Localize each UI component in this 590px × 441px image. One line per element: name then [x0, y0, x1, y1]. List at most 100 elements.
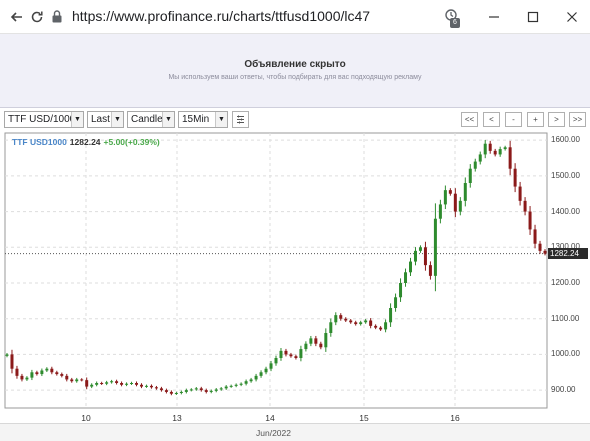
candle-body — [224, 386, 228, 389]
address-bar-url[interactable]: https://www.profinance.ru/charts/ttfusd1… — [72, 8, 370, 24]
candle-body — [329, 322, 333, 333]
lock-icon[interactable] — [50, 9, 64, 24]
candle-body — [443, 190, 447, 205]
time-scrollbar[interactable]: Jun/2022 — [0, 423, 590, 441]
candle-body — [189, 389, 193, 391]
candle-body — [538, 243, 542, 251]
candle-body — [229, 385, 233, 387]
nav-prev-button[interactable]: < — [483, 112, 500, 127]
candle-body — [374, 325, 378, 328]
settings-button[interactable] — [232, 111, 249, 128]
legend-symbol: TTF USD1000 — [12, 137, 67, 147]
candle-body — [309, 338, 313, 344]
candle-body — [413, 250, 417, 262]
legend-price: 1282.24 — [69, 137, 101, 147]
candle-body — [334, 315, 338, 323]
candle-body — [498, 149, 502, 155]
candle-body — [513, 168, 517, 187]
candle-body — [120, 383, 124, 385]
candle-body — [154, 387, 158, 389]
candle-body — [394, 297, 398, 308]
candle-body — [344, 318, 348, 321]
dropdown-arrow-icon: ▼ — [215, 112, 227, 127]
candle-body — [20, 375, 24, 380]
price-chart[interactable]: TTF USD1000 1282.24 +5.00(+0.39%) 1600.00 1… — [0, 132, 590, 441]
candle-body — [164, 390, 168, 392]
close-icon[interactable] — [566, 11, 578, 23]
x-tick-label: 14 — [265, 413, 275, 423]
y-tick-label: 1400.00 — [551, 206, 580, 216]
candle-body — [144, 385, 148, 387]
nav-next-button[interactable]: > — [548, 112, 565, 127]
candle-body — [314, 338, 318, 344]
candle-body — [354, 322, 358, 325]
candle-body — [239, 383, 243, 385]
candle-body — [95, 383, 99, 385]
candle-body — [209, 390, 213, 392]
price-type-select[interactable]: Last ▼ — [87, 111, 124, 128]
chart-type-select[interactable]: Candle ▼ — [127, 111, 175, 128]
candle-body — [65, 375, 69, 380]
candle-body — [379, 327, 383, 330]
candle-body — [369, 320, 373, 326]
candle-body — [304, 343, 308, 350]
candle-body — [508, 147, 512, 169]
candle-body — [543, 250, 547, 254]
candle-body — [115, 381, 119, 383]
plot-area — [4, 132, 548, 409]
nav-first-button[interactable]: << — [461, 112, 478, 127]
x-tick-label: 10 — [81, 413, 91, 423]
y-tick-label: 1000.00 — [551, 349, 580, 359]
nav-last-button[interactable]: >> — [569, 112, 586, 127]
candle-body — [518, 186, 522, 201]
back-arrow-icon[interactable] — [10, 10, 24, 24]
candle-body — [125, 383, 129, 385]
interval-select[interactable]: 15Min ▼ — [178, 111, 228, 128]
period-label: Jun/2022 — [256, 428, 291, 438]
candle-body — [264, 368, 268, 373]
candle-body — [274, 358, 278, 364]
candle-body — [488, 143, 492, 151]
candle-body — [254, 375, 258, 380]
candle-body — [284, 350, 288, 355]
browser-titlebar: https://www.profinance.ru/charts/ttfusd1… — [0, 0, 590, 34]
symbol-select[interactable]: TTF USD/1000 ▼ — [4, 111, 84, 128]
candle-body — [184, 390, 188, 392]
candle-body — [423, 247, 427, 266]
minimize-icon[interactable] — [488, 11, 500, 23]
ad-subtitle: Мы используем ваши ответы, чтобы подбира… — [168, 74, 422, 81]
zoom-out-button[interactable]: - — [505, 112, 522, 127]
candle-body — [130, 383, 134, 384]
candle-body — [483, 143, 487, 155]
y-tick-label: 1100.00 — [551, 313, 580, 323]
candle-body — [174, 393, 178, 394]
candle-body — [105, 382, 109, 384]
candle-body — [364, 320, 368, 323]
candle-body — [80, 379, 84, 381]
candle-body — [194, 388, 198, 390]
candle-body — [75, 379, 79, 382]
candle-body — [100, 383, 104, 384]
candle-body — [169, 391, 173, 394]
candle-body — [324, 333, 328, 348]
legend-change: +5.00(+0.39%) — [103, 137, 160, 147]
candle-body — [259, 372, 263, 376]
chart-canvas — [4, 132, 548, 409]
candle-body — [50, 368, 54, 373]
zoom-in-button[interactable]: + — [527, 112, 544, 127]
candle-body — [85, 380, 89, 387]
candle-body — [399, 283, 403, 298]
candle-body — [244, 381, 248, 384]
maximize-icon[interactable] — [527, 11, 539, 23]
candle-body — [140, 384, 143, 387]
candle-body — [458, 200, 462, 212]
list-settings-icon — [237, 115, 244, 124]
x-tick-label: 13 — [172, 413, 182, 423]
candle-body — [60, 374, 64, 376]
ad-title: Объявление скрыто — [244, 59, 346, 70]
candle-body — [249, 379, 253, 382]
candle-body — [45, 368, 49, 371]
reload-icon[interactable] — [30, 10, 44, 24]
y-tick-label: 1600.00 — [551, 135, 580, 145]
candle-body — [234, 384, 238, 386]
